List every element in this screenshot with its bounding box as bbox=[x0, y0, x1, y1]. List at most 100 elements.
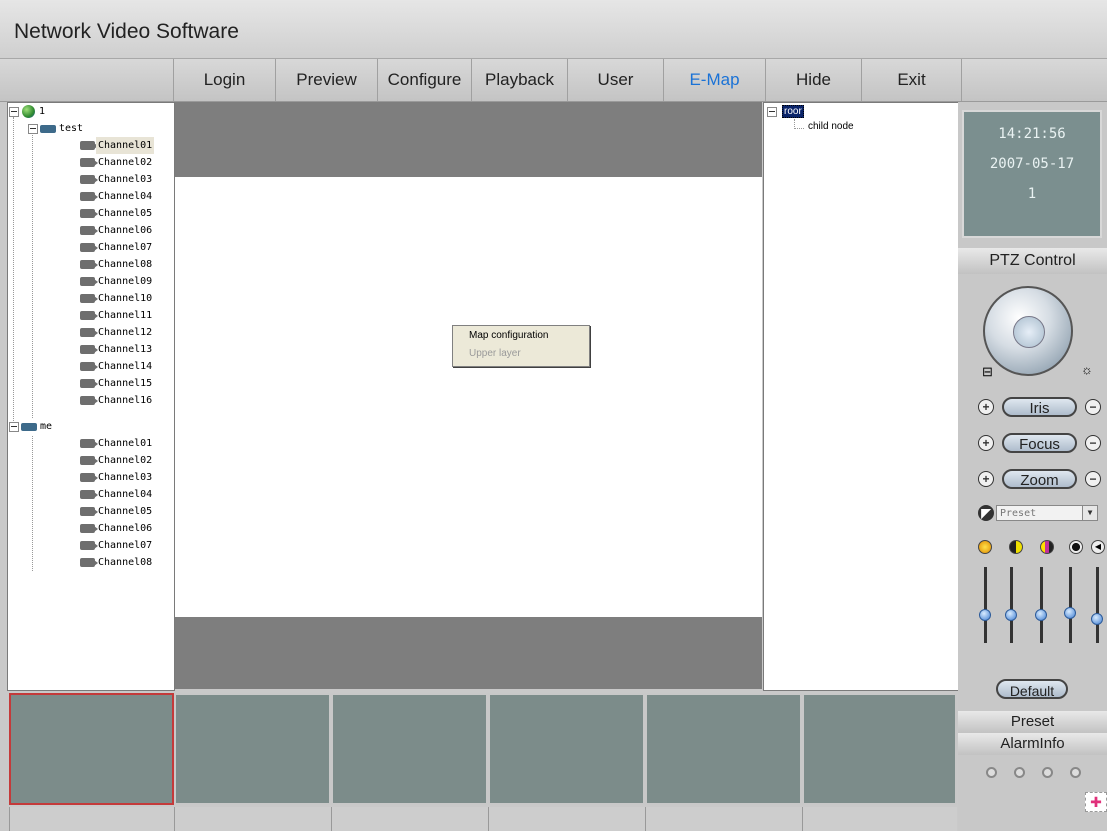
tree-channel[interactable]: Channel07 bbox=[8, 239, 168, 256]
menu-configure[interactable]: Configure bbox=[377, 59, 471, 101]
globe-icon bbox=[22, 105, 35, 118]
ptz-header[interactable]: PTZ Control bbox=[958, 248, 1107, 274]
preview-cell[interactable] bbox=[645, 693, 802, 805]
menu-emap[interactable]: E-Map bbox=[663, 59, 765, 101]
tree-channel[interactable]: Channel09 bbox=[8, 273, 168, 290]
preview-cell[interactable] bbox=[174, 693, 331, 805]
menu-user[interactable]: User bbox=[567, 59, 663, 101]
tree-device[interactable]: test bbox=[8, 120, 168, 137]
tree-channel[interactable]: Channel15 bbox=[8, 375, 168, 392]
map-tree-root[interactable]: roor bbox=[782, 105, 804, 118]
focus-far-button[interactable]: − bbox=[1085, 435, 1101, 451]
map-tree-child[interactable]: child node bbox=[808, 121, 854, 132]
pin-icon[interactable]: ✚ bbox=[1085, 792, 1107, 812]
tree-channel[interactable]: Channel11 bbox=[8, 307, 168, 324]
saturation-icon bbox=[1040, 540, 1054, 554]
iris-button[interactable]: Iris bbox=[1002, 397, 1077, 417]
chevron-down-icon[interactable]: ▼ bbox=[1082, 506, 1097, 520]
preview-strip bbox=[9, 693, 957, 805]
tree-channel[interactable]: Channel08 bbox=[8, 256, 168, 273]
preset-select[interactable]: Preset ▼ bbox=[996, 505, 1098, 521]
context-item-map-configuration[interactable]: Map configuration bbox=[453, 326, 589, 344]
iris-close-button[interactable]: − bbox=[1085, 399, 1101, 415]
zoom-in-button[interactable]: + bbox=[978, 471, 994, 487]
default-button[interactable]: Default bbox=[996, 679, 1068, 699]
tree-device[interactable]: me bbox=[8, 418, 168, 435]
tree-channel[interactable]: Channel03 bbox=[8, 469, 168, 486]
volume-slider-track[interactable] bbox=[1096, 567, 1099, 643]
tree-channel[interactable]: Channel14 bbox=[8, 358, 168, 375]
tree-channel[interactable]: Channel05 bbox=[8, 205, 168, 222]
tree-channel[interactable]: Channel10 bbox=[8, 290, 168, 307]
tree-channel[interactable]: Channel01 bbox=[8, 137, 168, 154]
menu-login[interactable]: Login bbox=[173, 59, 275, 101]
menu-hide[interactable]: Hide bbox=[765, 59, 861, 101]
contrast-slider-track[interactable] bbox=[1010, 567, 1013, 643]
tree-channel[interactable]: Channel13 bbox=[8, 341, 168, 358]
tree-channel[interactable]: Channel02 bbox=[8, 154, 168, 171]
preset-section-header[interactable]: Preset bbox=[958, 711, 1107, 733]
collapse-icon[interactable] bbox=[9, 422, 19, 432]
tree-root[interactable]: 1 bbox=[8, 103, 168, 120]
map-canvas[interactable] bbox=[175, 177, 762, 617]
title-bar: Network Video Software bbox=[0, 0, 1107, 59]
preview-cell[interactable] bbox=[802, 693, 957, 805]
collapse-icon[interactable] bbox=[767, 107, 777, 117]
preset-go-icon[interactable]: ◤ bbox=[978, 505, 994, 521]
tree-channel[interactable]: Channel07 bbox=[8, 537, 168, 554]
clock-date: 2007-05-17 bbox=[989, 156, 1075, 172]
menu-playback[interactable]: Playback bbox=[471, 59, 567, 101]
focus-button[interactable]: Focus bbox=[1002, 433, 1077, 453]
context-item-upper-layer[interactable]: Upper layer bbox=[453, 344, 589, 362]
focus-near-button[interactable]: + bbox=[978, 435, 994, 451]
tree-channel[interactable]: Channel05 bbox=[8, 503, 168, 520]
map-tree-panel[interactable]: roor child node bbox=[763, 102, 959, 691]
hue-slider-track[interactable] bbox=[1069, 567, 1072, 643]
tree-channel[interactable]: Channel01 bbox=[8, 435, 168, 452]
status-segment bbox=[174, 807, 331, 831]
tree-channel[interactable]: Channel04 bbox=[8, 188, 168, 205]
camera-icon bbox=[80, 209, 98, 218]
channel-label: Channel06 bbox=[98, 225, 153, 236]
emap-view[interactable]: Map configuration Upper layer bbox=[175, 102, 762, 689]
saturation-slider-track[interactable] bbox=[1040, 567, 1043, 643]
channel-label: Channel15 bbox=[98, 378, 153, 389]
camera-icon bbox=[80, 456, 98, 465]
preview-cell[interactable] bbox=[488, 693, 645, 805]
saturation-slider-knob[interactable] bbox=[1035, 609, 1047, 621]
tree-channel[interactable]: Channel04 bbox=[8, 486, 168, 503]
brightness-slider-knob[interactable] bbox=[979, 609, 991, 621]
channel-label: Channel02 bbox=[98, 455, 153, 466]
preview-cell[interactable] bbox=[331, 693, 488, 805]
tree-channel[interactable]: Channel06 bbox=[8, 520, 168, 537]
tree-channel[interactable]: Channel12 bbox=[8, 324, 168, 341]
tree-channel[interactable]: Channel06 bbox=[8, 222, 168, 239]
brightness-slider-track[interactable] bbox=[984, 567, 987, 643]
preview-cell[interactable] bbox=[9, 693, 174, 805]
camera-icon bbox=[80, 260, 98, 269]
channel-label: Channel08 bbox=[98, 259, 153, 270]
channel-label: Channel05 bbox=[98, 506, 153, 517]
zoom-out-button[interactable]: − bbox=[1085, 471, 1101, 487]
menu-preview[interactable]: Preview bbox=[275, 59, 377, 101]
zoom-button[interactable]: Zoom bbox=[1002, 469, 1077, 489]
menu-exit[interactable]: Exit bbox=[861, 59, 961, 101]
hue-slider-knob[interactable] bbox=[1064, 607, 1076, 619]
device-tree-panel[interactable]: 1 test Channel01 Channel02 Channel03 Cha… bbox=[7, 102, 175, 691]
iris-open-button[interactable]: + bbox=[978, 399, 994, 415]
status-segment bbox=[488, 807, 645, 831]
volume-slider-knob[interactable] bbox=[1091, 613, 1103, 625]
collapse-icon[interactable] bbox=[9, 107, 19, 117]
tree-channel[interactable]: Channel02 bbox=[8, 452, 168, 469]
alarminfo-section-header[interactable]: AlarmInfo bbox=[958, 733, 1107, 755]
tree-channel[interactable]: Channel08 bbox=[8, 554, 168, 571]
camera-icon bbox=[80, 396, 98, 405]
ptz-direction-pad[interactable] bbox=[983, 286, 1073, 376]
collapse-icon[interactable] bbox=[28, 124, 38, 134]
light-icon[interactable]: ☼ bbox=[1081, 362, 1093, 377]
monitor-icon[interactable]: ⊟ bbox=[982, 364, 993, 380]
tree-channel[interactable]: Channel16 bbox=[8, 392, 168, 409]
refresh-icon[interactable] bbox=[1013, 316, 1045, 348]
contrast-slider-knob[interactable] bbox=[1005, 609, 1017, 621]
tree-channel[interactable]: Channel03 bbox=[8, 171, 168, 188]
